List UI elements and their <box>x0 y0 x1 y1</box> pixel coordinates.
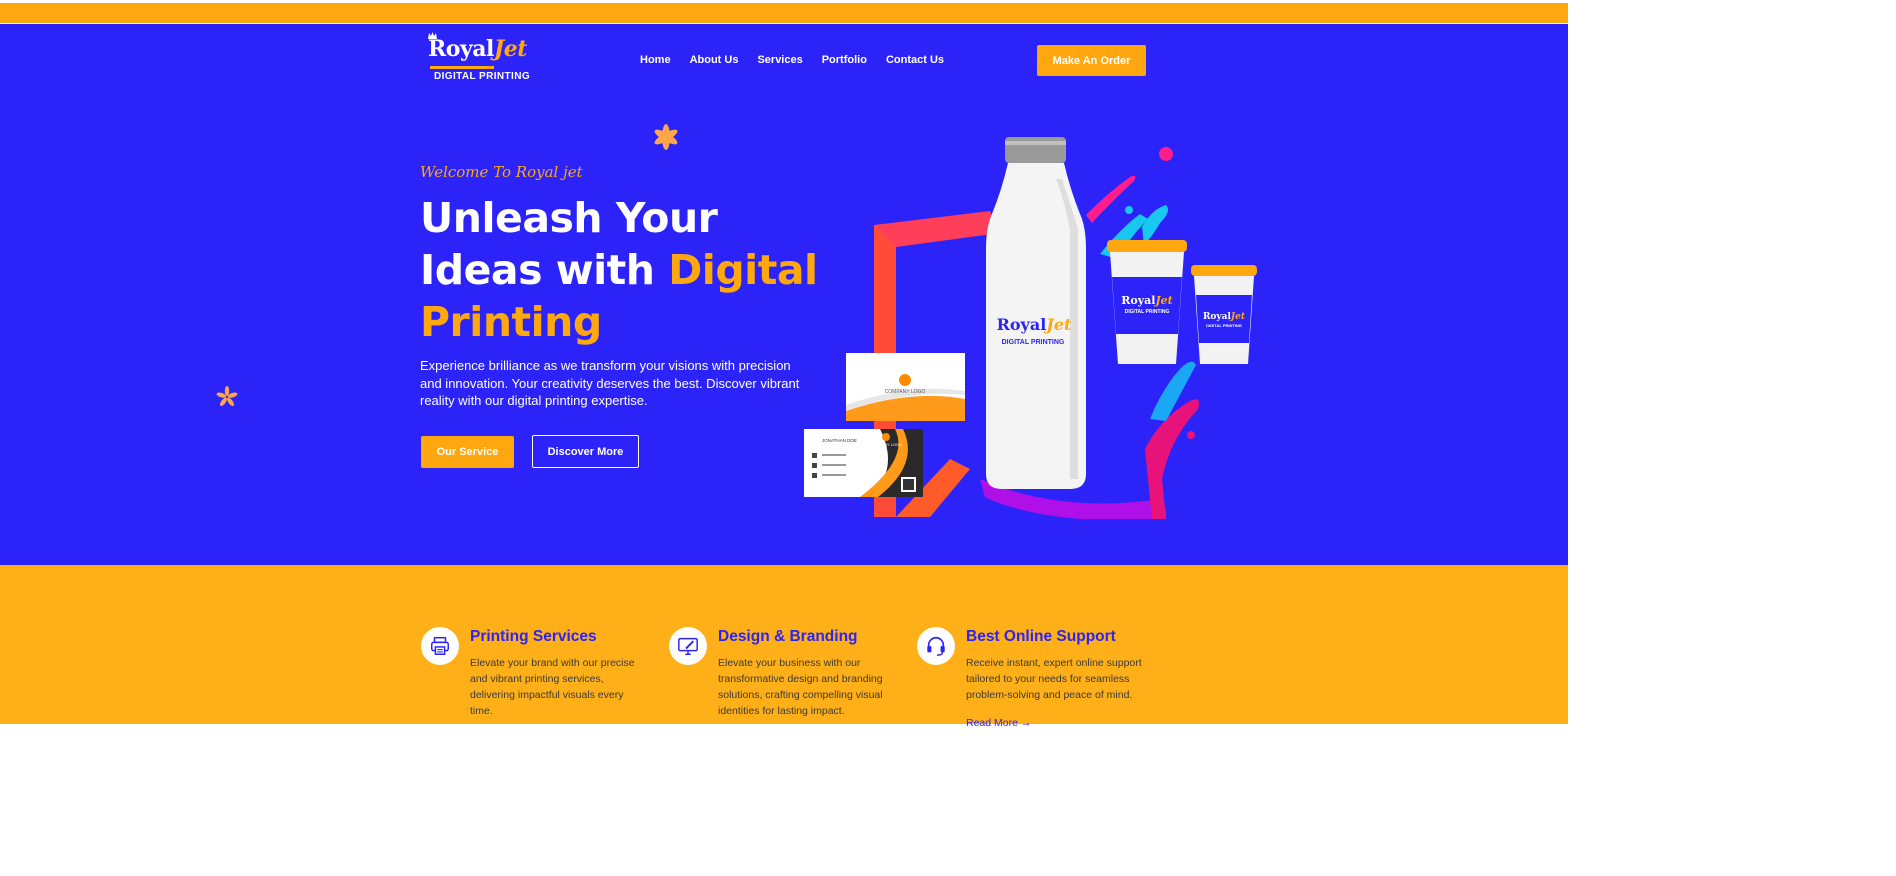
monitor-design-icon <box>678 637 698 655</box>
feature-description: Elevate your brand with our precise and … <box>470 657 635 717</box>
logo-underline <box>430 66 494 69</box>
feature-title: Best Online Support <box>966 628 1116 645</box>
read-more-link[interactable]: Read More → <box>966 717 1031 729</box>
cup-small-logo: RoyalJet <box>1203 312 1246 322</box>
printer-icon <box>431 637 449 655</box>
hero-description: Experience brilliance as we transform yo… <box>420 358 800 408</box>
bottle-logo-sub: DIGITAL PRINTING <box>1002 339 1065 346</box>
logo-tagline: DIGITAL PRINTING <box>434 71 531 82</box>
hero-section: RoyalJet DIGITAL PRINTING Home About Us … <box>0 24 1568 565</box>
logo-royal: Royal <box>428 36 494 62</box>
nav-about-us[interactable]: About Us <box>690 54 739 66</box>
nav-portfolio[interactable]: Portfolio <box>822 54 867 66</box>
our-service-button[interactable]: Our Service <box>421 436 514 468</box>
cup-small-sub: DIGITAL PRINTING <box>1206 323 1242 328</box>
hero-headline: Unleash Your Ideas with Digital Printing <box>420 192 840 348</box>
water-bottle: RoyalJet DIGITAL PRINTING <box>986 137 1086 489</box>
pink-drop-1 <box>1187 431 1195 439</box>
feature-description: Elevate your business with our transform… <box>718 657 883 717</box>
pink-drop-2 <box>1159 147 1173 161</box>
card-back-logo-text: COMPANY LOGO <box>870 442 903 447</box>
card-front-logo-text: COMPANY LOGO <box>885 389 926 395</box>
bottle-logo-main: RoyalJet <box>997 315 1072 334</box>
headset-icon <box>927 636 945 656</box>
welcome-text: Welcome To Royal jet <box>420 163 583 181</box>
cyan-drop <box>1125 206 1133 214</box>
card-back-name: JONATHAN DOE <box>822 438 857 443</box>
make-an-order-button[interactable]: Make An Order <box>1037 45 1146 76</box>
feature-title: Design & Branding <box>718 628 858 645</box>
feature-icon-wrap <box>917 627 955 665</box>
cyan-splash-top-2 <box>1142 205 1168 245</box>
main-nav: Home About Us Services Portfolio Contact… <box>640 54 963 66</box>
discover-more-button[interactable]: Discover More <box>532 435 639 468</box>
site-logo[interactable]: RoyalJet DIGITAL PRINTING <box>428 32 532 88</box>
logo-jet: Jet <box>493 36 528 62</box>
top-strip <box>0 0 1568 24</box>
coffee-cup-small: RoyalJet DIGITAL PRINTING <box>1191 265 1257 364</box>
coffee-cup-large: RoyalJet DIGITAL PRINTING <box>1107 240 1187 364</box>
feature-description: Receive instant, expert online support t… <box>966 657 1142 701</box>
logo-wordmark: RoyalJet <box>428 36 527 62</box>
top-accent-bar <box>0 3 1568 23</box>
product-illustration: COMPANY LOGO JONATHAN DOE COMPANY LOGO R… <box>804 137 1257 519</box>
star-decoration-icon <box>654 124 678 150</box>
feature-icon-wrap <box>421 627 459 665</box>
pink-streak <box>1086 175 1136 223</box>
business-card-front: COMPANY LOGO <box>846 353 965 421</box>
features-section: Printing Services Elevate your brand wit… <box>0 565 1568 729</box>
feature-icon-wrap <box>669 627 707 665</box>
feature-title: Printing Services <box>470 628 597 645</box>
flower-decoration-icon <box>216 386 238 407</box>
business-card-back: JONATHAN DOE COMPANY LOGO <box>804 429 923 497</box>
cup-large-sub: DIGITAL PRINTING <box>1125 309 1170 315</box>
nav-contact-us[interactable]: Contact Us <box>886 54 944 66</box>
cup-large-logo: RoyalJet <box>1121 294 1172 307</box>
nav-home[interactable]: Home <box>640 54 671 66</box>
nav-services[interactable]: Services <box>757 54 802 66</box>
